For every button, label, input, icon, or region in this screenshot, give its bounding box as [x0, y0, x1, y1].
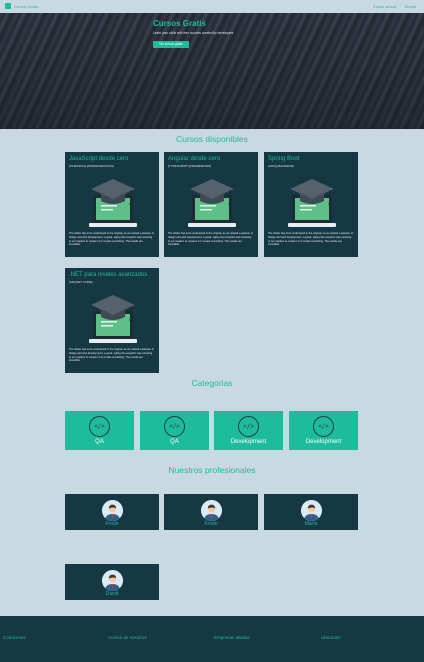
- course-description: The Globe has to be understood in the or…: [69, 348, 154, 363]
- category-label: Development: [230, 439, 267, 445]
- course-tags: [C#] [NET CORE]: [69, 280, 93, 284]
- category-label: QA: [170, 439, 179, 445]
- course-description: The Globe has to be understood in the or…: [69, 232, 154, 247]
- hero-cta-button[interactable]: Ver cursos gratis: [153, 41, 189, 48]
- category-tile[interactable]: </> QA: [140, 411, 209, 450]
- footer-link-location[interactable]: Ubicación: [321, 635, 341, 640]
- logo-icon: [5, 3, 11, 9]
- code-icon: </>: [313, 416, 334, 437]
- category-tile[interactable]: </> QA: [65, 411, 134, 450]
- footer-link-about[interactable]: Conócenos: [3, 635, 26, 640]
- professionals-section-title: Nuestros profesionales: [168, 465, 256, 475]
- category-tile[interactable]: </> Development: [214, 411, 283, 450]
- code-icon: </>: [164, 416, 185, 437]
- brand-logo[interactable]: Cursos Gratis: [5, 3, 38, 9]
- graduation-laptop-icon: [288, 179, 336, 227]
- professional-card[interactable]: Frodo: [164, 494, 258, 530]
- footer-link-partners[interactable]: Empresas aliadas: [214, 635, 250, 640]
- course-tags: [TYPESCRIPT] [FRAMEWORK]: [168, 164, 211, 168]
- avatar-icon: [102, 570, 123, 591]
- professional-card[interactable]: María: [264, 494, 358, 530]
- course-card[interactable]: Spring Boot [JAVA] [BACKEND] The Globe h…: [264, 152, 358, 257]
- course-title[interactable]: JavaScript desde cero: [69, 156, 128, 162]
- top-nav: Iniciar sesión Ebook: [373, 4, 416, 9]
- categories-section-title: Categorias: [191, 378, 233, 388]
- professional-card[interactable]: Frodo: [65, 494, 159, 530]
- course-card[interactable]: JavaScript desde cero [JS BASICS] [PROGR…: [65, 152, 159, 257]
- graduation-laptop-icon: [188, 179, 236, 227]
- category-tile[interactable]: </> Development: [289, 411, 358, 450]
- course-description: The Globe has to be understood in the or…: [268, 232, 353, 247]
- avatar-icon: [301, 500, 322, 521]
- course-card[interactable]: Angular desde cero [TYPESCRIPT] [FRAMEWO…: [164, 152, 258, 257]
- brand-name: Cursos Gratis: [14, 3, 39, 9]
- hero-banner: Cursos Gratis Learn your skills with fre…: [0, 13, 424, 129]
- graduation-laptop-icon: [89, 295, 137, 343]
- course-tags: [JAVA] [BACKEND]: [268, 164, 294, 168]
- professional-name: María: [304, 521, 318, 527]
- footer: Conócenos Acerca de nosotros Empresas al…: [0, 616, 424, 662]
- category-label: Development: [305, 439, 342, 445]
- footer-link-about-us[interactable]: Acerca de nosotros: [108, 635, 147, 640]
- course-description: The Globe has to be understood in the or…: [168, 232, 253, 247]
- avatar-icon: [201, 500, 222, 521]
- professional-name: Frodo: [105, 521, 119, 527]
- code-icon: </>: [89, 416, 110, 437]
- course-title[interactable]: Spring Boot: [268, 156, 299, 162]
- avatar-icon: [102, 500, 123, 521]
- hero-subtitle: Learn your skills with free courses crea…: [153, 31, 234, 35]
- nav-link-login[interactable]: Iniciar sesión: [373, 4, 396, 9]
- course-title[interactable]: .NET para niveles avanzados: [69, 272, 147, 278]
- course-tags: [JS BASICS] [PROGRAMACION]: [69, 164, 114, 168]
- graduation-laptop-icon: [89, 179, 137, 227]
- courses-section-title: Cursos disponibles: [176, 134, 248, 144]
- top-navbar: Cursos Gratis Iniciar sesión Ebook: [0, 0, 424, 13]
- code-icon: </>: [238, 416, 259, 437]
- professional-card[interactable]: David: [65, 564, 159, 600]
- hero-title: Cursos Gratis: [153, 19, 206, 28]
- professional-name: David: [105, 591, 119, 597]
- category-label: QA: [95, 439, 104, 445]
- nav-link-ebook[interactable]: Ebook: [405, 4, 416, 9]
- professional-name: Frodo: [204, 521, 218, 527]
- course-card[interactable]: .NET para niveles avanzados [C#] [NET CO…: [65, 268, 159, 373]
- course-title[interactable]: Angular desde cero: [168, 156, 220, 162]
